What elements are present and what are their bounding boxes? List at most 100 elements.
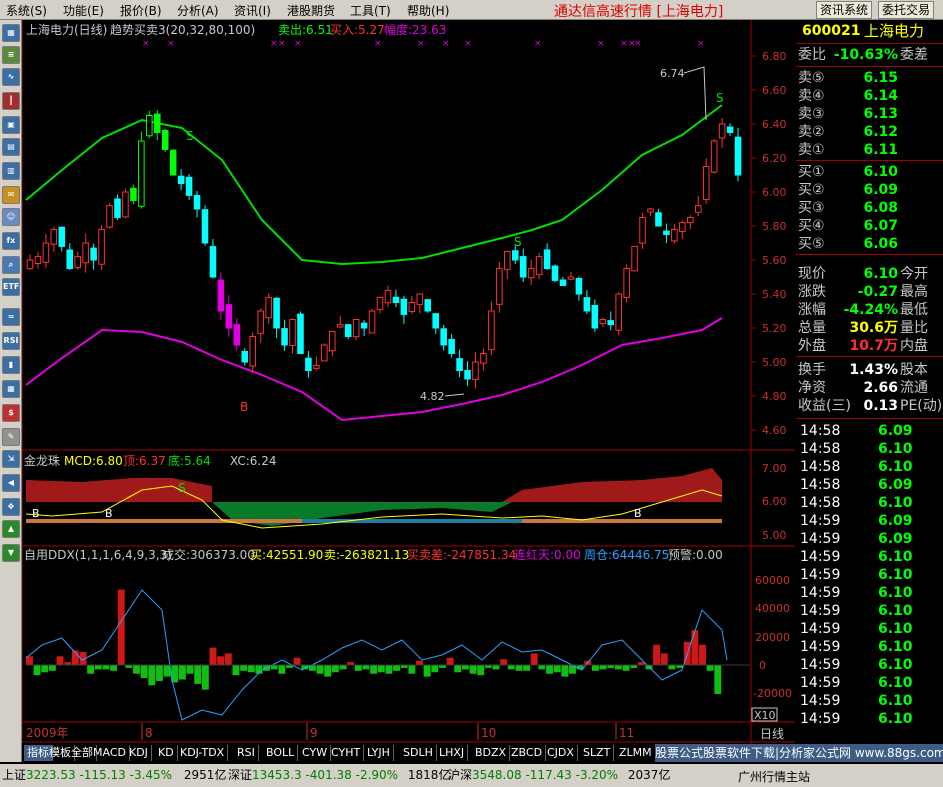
- tab-kdj-tdx[interactable]: KDJ-TDX: [177, 745, 229, 761]
- candle-body: [551, 265, 559, 281]
- candle-body: [607, 320, 615, 326]
- tab-kdj[interactable]: KDJ: [126, 745, 152, 761]
- list-icon[interactable]: ≡: [2, 46, 20, 64]
- report-icon[interactable]: ▥: [2, 162, 20, 180]
- tick-row: 14:59 6.10: [800, 567, 913, 583]
- ddx-bar: [178, 665, 186, 680]
- tab-macd[interactable]: MACD: [90, 745, 130, 761]
- candle-body: [432, 313, 439, 329]
- wrench-icon[interactable]: ✎: [2, 428, 20, 446]
- ddx-bar: [163, 665, 171, 677]
- ad-banner[interactable]: 股票公式股票软件下载|分析家公式网 www.88gs.com: [655, 744, 943, 762]
- tab-slzt[interactable]: SLZT: [580, 745, 615, 761]
- candle-body: [480, 353, 487, 364]
- search-icon[interactable]: ⌕: [2, 256, 20, 274]
- candle-icon[interactable]: ┃: [2, 92, 20, 110]
- arrow-up-icon[interactable]: ▲: [2, 520, 20, 538]
- bar-icon[interactable]: ▮: [2, 356, 20, 374]
- index-sh[interactable]: 上证3223.53 -115.13 -3.45% 2951亿: [2, 765, 226, 785]
- index-sz[interactable]: 深证13453.3 -401.38 -2.90% 1818亿: [228, 765, 450, 785]
- arrow-left-icon[interactable]: ◀: [2, 474, 20, 492]
- kline-chart-svg[interactable]: 上海电力(日线) 趋势买卖3(20,32,80,100) 卖出:6.51 买入:…: [22, 20, 795, 762]
- price-tick: 5.80: [762, 220, 787, 233]
- candle-body: [265, 296, 272, 319]
- jlz-title: 金龙珠: [24, 453, 60, 468]
- candle-body: [448, 338, 455, 355]
- chart-area[interactable]: 上海电力(日线) 趋势买卖3(20,32,80,100) 卖出:6.51 买入:…: [22, 20, 795, 762]
- move-icon[interactable]: ✥: [2, 498, 20, 516]
- candle-body: [623, 268, 630, 298]
- formula-icon[interactable]: fx: [2, 232, 20, 250]
- ask-row: 卖① 6.11: [798, 142, 898, 158]
- menu-help[interactable]: 帮助(H): [407, 2, 449, 19]
- candle-body: [567, 276, 575, 280]
- ddx-bar: [194, 665, 202, 684]
- tab-zbcd[interactable]: ZBCD: [508, 745, 547, 761]
- mail-icon[interactable]: ✉: [2, 186, 20, 204]
- price-tick: 4.80: [762, 390, 787, 403]
- wave-icon[interactable]: ≈: [2, 308, 20, 326]
- line-chart-icon[interactable]: ∿: [2, 68, 20, 86]
- ddx-bar: [362, 665, 370, 670]
- tab-sdlh[interactable]: SDLH: [400, 745, 437, 761]
- menu-function[interactable]: 功能(E): [63, 2, 104, 19]
- ddx-warn: 预警:0.00: [668, 547, 723, 562]
- ddx-bar: [393, 665, 401, 671]
- candle-body: [193, 194, 201, 210]
- menu-quote[interactable]: 报价(B): [120, 2, 162, 19]
- arrow-down-icon[interactable]: ▼: [2, 544, 20, 562]
- calc-icon[interactable]: ▦: [2, 380, 20, 398]
- ask-row: 卖⑤ 6.15: [798, 70, 898, 86]
- tab-bdzx[interactable]: BDZX: [472, 745, 511, 761]
- grid-icon[interactable]: ▦: [2, 24, 20, 42]
- tab-lhxj[interactable]: LHXJ: [436, 745, 469, 761]
- candle-body: [400, 298, 408, 315]
- tab-zlmm[interactable]: ZLMM: [616, 745, 656, 761]
- index-hs300[interactable]: 沪深3548.08 -117.43 -3.20% 2037亿: [448, 765, 670, 785]
- candle-body: [66, 249, 74, 270]
- ddx-bar: [553, 665, 561, 673]
- rsi-icon[interactable]: RSI: [2, 332, 20, 350]
- table-icon[interactable]: ▤: [2, 138, 20, 156]
- buy-value: 买入:5.27: [330, 23, 385, 37]
- ddx-bar: [217, 656, 225, 665]
- price-tick: 4.60: [762, 424, 787, 437]
- tab-rsi[interactable]: RSI: [234, 745, 259, 761]
- menu-tools[interactable]: 工具(T): [350, 2, 391, 19]
- trade-button[interactable]: 委托交易: [878, 1, 935, 19]
- ddx-bar: [133, 665, 140, 674]
- ddx-bar: [599, 665, 607, 670]
- info-system-button[interactable]: 资讯系统: [816, 1, 873, 19]
- candle-body: [90, 247, 97, 261]
- tab-cyht[interactable]: CYHT: [328, 745, 365, 761]
- users-icon[interactable]: ☺: [2, 208, 20, 226]
- tab-cjdx[interactable]: CJDX: [544, 745, 578, 761]
- stock-code: 600021: [802, 23, 861, 39]
- tab-cyw[interactable]: CYW: [299, 745, 332, 761]
- candle-body: [82, 242, 89, 264]
- candle-body: [368, 310, 376, 334]
- svg-text:×: ×: [294, 39, 302, 49]
- server-name: 广州行情主站: [738, 770, 811, 784]
- export-icon[interactable]: ⇲: [2, 450, 20, 468]
- candle-body: [440, 328, 447, 346]
- wb-value: -10.63%: [833, 47, 898, 63]
- candle-body: [138, 140, 145, 207]
- candle-body: [639, 217, 646, 244]
- menu-hk-futures[interactable]: 港股期货: [287, 2, 335, 19]
- tab-kd[interactable]: KD: [155, 745, 178, 761]
- tab-lyjh[interactable]: LYJH: [364, 745, 394, 761]
- ddx-unit[interactable]: X10: [754, 709, 776, 722]
- etf-icon[interactable]: ETF: [2, 278, 20, 296]
- price-tick: 6.80: [762, 50, 787, 63]
- ddx-bar: [293, 657, 301, 665]
- price-tick: 6.40: [762, 118, 787, 131]
- ddx-axis-3: 20000: [755, 631, 790, 644]
- menu-info[interactable]: 资讯(I): [234, 2, 271, 19]
- menu-analysis[interactable]: 分析(A): [177, 2, 219, 19]
- tab-boll[interactable]: BOLL: [263, 745, 299, 761]
- window-icon[interactable]: ▣: [2, 116, 20, 134]
- period-label[interactable]: 日线: [760, 727, 784, 741]
- menu-system[interactable]: 系统(S): [6, 2, 47, 19]
- dollar-icon[interactable]: $: [2, 404, 20, 422]
